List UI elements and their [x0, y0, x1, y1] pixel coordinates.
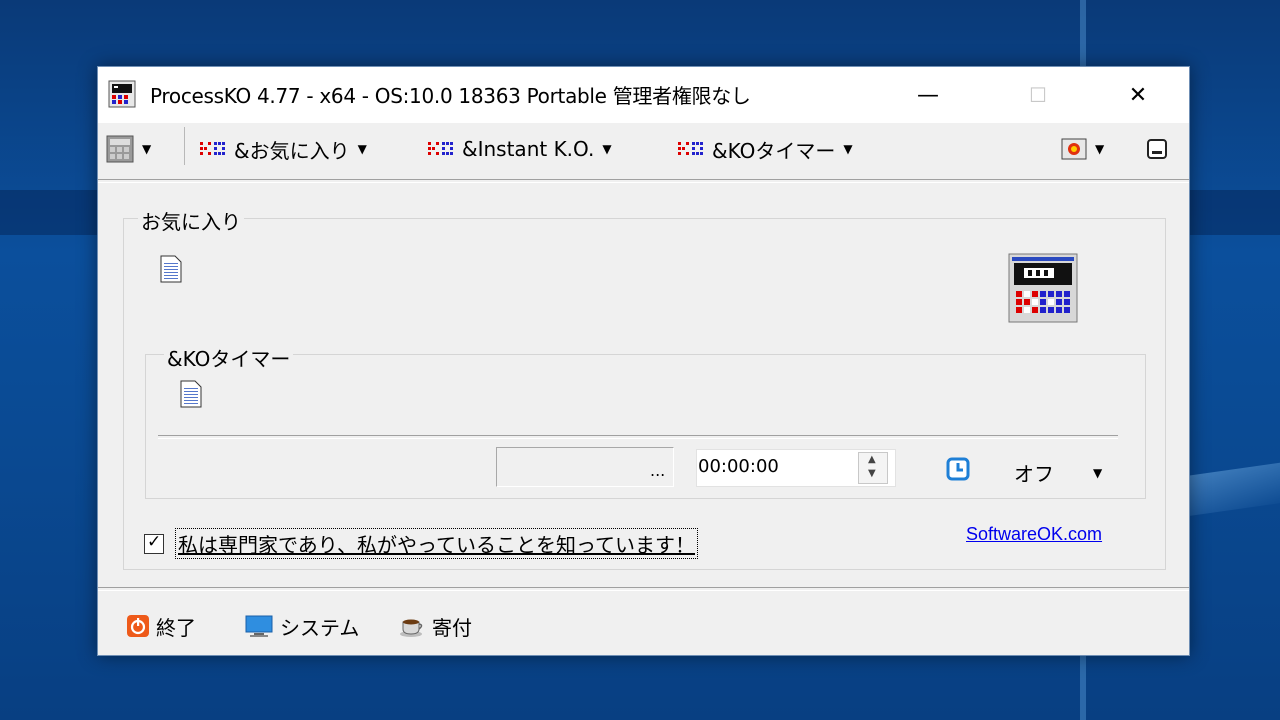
ko-timer-menu[interactable]: &KOタイマー ▼	[678, 135, 853, 163]
favorites-menu-label: &お気に入り	[234, 138, 350, 163]
bottom-divider	[98, 587, 1189, 591]
instant-ko-menu-label: &Instant K.O.	[462, 137, 595, 161]
timer-divider	[158, 435, 1118, 439]
clock-icon[interactable]	[946, 457, 970, 481]
screenshot-menu-button[interactable]: ▼	[1061, 135, 1104, 163]
ko-timer-group-label: &KOタイマー	[164, 343, 294, 372]
document-icon[interactable]	[180, 380, 202, 408]
chevron-down-icon: ▼	[357, 142, 367, 156]
checkmark-icon: ✓	[147, 532, 162, 552]
chevron-down-icon: ▼	[1095, 142, 1105, 156]
calculator-icon	[106, 135, 134, 163]
toolbar-divider	[98, 179, 1189, 183]
spin-down-icon[interactable]: ▼	[868, 468, 876, 479]
processko-logo-icon	[1008, 253, 1078, 323]
expert-checkbox-label[interactable]: 私は専門家であり、私がやっていることを知っています！	[175, 528, 698, 559]
expert-checkbox[interactable]: ✓	[144, 532, 164, 554]
processko-window: ProcessKO 4.77 - x64 - OS:10.0 18363 Por…	[97, 66, 1190, 656]
ko-icon	[200, 142, 225, 155]
window-minimize-icon	[1147, 139, 1167, 159]
toolbar: ▼ &お気に入り ▼ &Instant K.O. ▼ &KOタイマー ▼ ▼	[98, 123, 1189, 175]
timer-time-value: 00:00:00	[698, 456, 779, 477]
donate-button[interactable]: 寄付	[398, 612, 472, 640]
toolbar-separator	[184, 127, 185, 165]
system-button[interactable]: システム	[244, 612, 359, 640]
minimize-to-tray-button[interactable]	[1146, 135, 1168, 163]
system-label: システム	[280, 615, 360, 640]
monitor-icon	[245, 615, 273, 637]
instant-ko-menu[interactable]: &Instant K.O. ▼	[428, 135, 612, 163]
window-title: ProcessKO 4.77 - x64 - OS:10.0 18363 Por…	[150, 84, 751, 108]
camera-icon	[1061, 138, 1087, 160]
app-menu-button[interactable]: ▼	[106, 135, 151, 163]
minimize-button[interactable]: —	[893, 73, 963, 117]
favorites-menu[interactable]: &お気に入り ▼	[200, 135, 367, 163]
chevron-down-icon: ▼	[843, 142, 853, 156]
spin-up-icon[interactable]: ▲	[868, 454, 876, 465]
processko-app-icon	[108, 80, 136, 108]
exit-label: 終了	[156, 615, 196, 640]
power-icon	[127, 615, 149, 637]
ko-timer-menu-label: &KOタイマー	[712, 138, 836, 163]
ko-icon	[678, 142, 703, 155]
title-bar[interactable]: ProcessKO 4.77 - x64 - OS:10.0 18363 Por…	[98, 67, 1189, 123]
chevron-down-icon: ▼	[142, 142, 152, 156]
timer-path-field[interactable]	[496, 447, 674, 487]
timer-path-browse[interactable]: ...	[650, 461, 665, 480]
ko-icon	[428, 142, 453, 155]
chevron-down-icon: ▼	[602, 142, 612, 156]
exit-button[interactable]: 終了	[126, 612, 196, 640]
document-icon[interactable]	[160, 255, 182, 283]
chevron-down-icon[interactable]: ▼	[1093, 466, 1102, 480]
coffee-cup-icon	[400, 619, 423, 637]
softwareok-link[interactable]: SoftwareOK.com	[966, 524, 1102, 545]
donate-label: 寄付	[432, 615, 472, 640]
maximize-button[interactable]: ☐	[1003, 73, 1073, 117]
favorites-group-label: お気に入り	[138, 206, 244, 235]
timer-time-spinner[interactable]: ▲ ▼	[858, 452, 888, 484]
close-button[interactable]: ✕	[1103, 73, 1173, 117]
timer-mode-select[interactable]: オフ	[1014, 458, 1054, 487]
